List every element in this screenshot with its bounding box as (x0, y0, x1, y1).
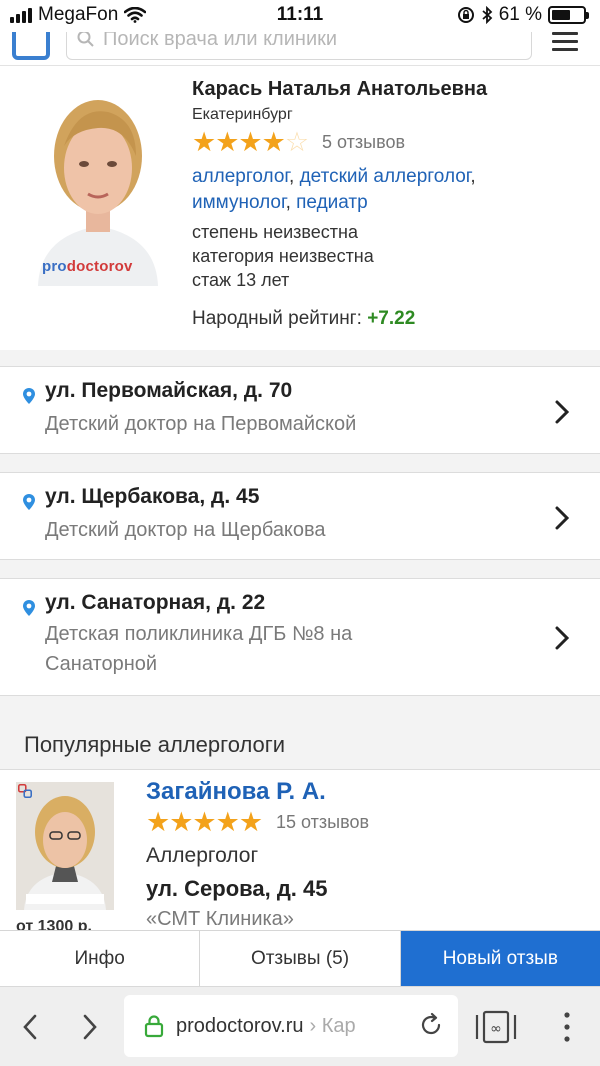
popular-doctor-photo (16, 782, 114, 910)
tabs-switcher-icon[interactable]: ∞ (474, 1009, 518, 1045)
site-header: Поиск врача или клиники (0, 32, 600, 66)
back-arrow-icon[interactable] (22, 1013, 38, 1041)
address-clinic: Детский доктор на Щербакова (45, 519, 326, 541)
address-street: ул. Санаторная, д. 22 (45, 591, 266, 614)
chevron-right-icon (555, 626, 570, 650)
browser-toolbar: prodoctorov.ru › Кар ∞ (0, 986, 600, 1066)
ios-status-bar: MegaFon 11:11 61 % (0, 0, 600, 32)
specialty-link[interactable]: иммунолог (192, 192, 286, 213)
popular-rating: Народный рейтинг: +7.22 (192, 308, 415, 330)
chevron-right-icon (555, 400, 570, 424)
site-logo[interactable] (12, 32, 50, 60)
specialty-link[interactable]: детский аллерголог (300, 166, 471, 187)
doctor-experience: стаж 13 лет (192, 270, 290, 290)
address-item[interactable]: ул. Щербакова, д. 45 Детский доктор на Щ… (0, 472, 600, 560)
search-placeholder: Поиск врача или клиники (103, 32, 338, 50)
location-pin-icon (23, 600, 35, 616)
lock-icon (144, 1015, 164, 1038)
url-text: prodoctorov.ru (176, 1014, 304, 1037)
doctor-photo (18, 76, 178, 286)
tab-info[interactable]: Инфо (0, 931, 201, 986)
doctor-name: Карась Наталья Анатольевна (192, 78, 488, 100)
popular-doctor-price: от 1300 р. (16, 918, 92, 930)
reload-icon[interactable] (418, 1012, 444, 1038)
address-clinic: Детская поликлиника ДГБ №8 на Санаторной (45, 623, 353, 675)
battery-icon (548, 6, 589, 24)
popular-doctor-specialty: Аллерголог (146, 844, 259, 867)
specialty-link[interactable]: аллерголог (192, 166, 289, 187)
popular-doctor-card[interactable]: от 1300 р. Загайнова Р. А. ★★★★★ 15 отзы… (0, 770, 600, 930)
search-icon (77, 32, 94, 47)
specialties: аллерголог, детский аллерголог, иммуноло… (192, 166, 476, 213)
popular-doctor-rating: ★★★★★ 15 отзывов (146, 808, 369, 836)
doctor-degree: степень неизвестна (192, 222, 358, 242)
forward-arrow-icon[interactable] (82, 1013, 98, 1041)
doctor-profile-card: prodoctorov Карась Наталья Анатольевна Е… (0, 66, 600, 350)
status-right: 61 % (457, 4, 589, 26)
address-street: ул. Щербакова, д. 45 (45, 485, 260, 508)
svg-text:∞: ∞ (490, 1021, 502, 1037)
address-item[interactable]: ул. Первомайская, д. 70 Детский доктор н… (0, 366, 600, 454)
doctor-credentials: степень неизвестна категория неизвестна … (192, 220, 374, 292)
url-path: › Кар (309, 1014, 356, 1037)
addresses-section: ул. Первомайская, д. 70 Детский доктор н… (0, 350, 600, 696)
prodoctorov-badge-icon (18, 784, 32, 798)
popular-doctor-clinic: «СМТ Клиника» (146, 908, 294, 930)
popular-section-header: Популярные аллергологи (0, 696, 600, 770)
address-clinic: Детский доктор на Первомайской (45, 413, 357, 435)
address-item[interactable]: ул. Санаторная, д. 22 Детская поликлиник… (0, 578, 600, 696)
popular-doctor-reviews[interactable]: 15 отзывов (276, 812, 369, 833)
specialty-link[interactable]: педиатр (296, 192, 368, 213)
bottom-tabs: Инфо Отзывы (5) Новый отзыв (0, 930, 600, 986)
address-bar[interactable]: prodoctorov.ru › Кар (124, 995, 458, 1057)
chevron-right-icon (555, 506, 570, 530)
doctor-city: Екатеринбург (192, 106, 293, 123)
popular-heading: Популярные аллергологи (24, 732, 286, 757)
bluetooth-icon (482, 6, 493, 24)
photo-watermark: prodoctorov (42, 258, 133, 275)
location-pin-icon (23, 388, 35, 404)
doctor-rating[interactable]: ★★★★☆ 5 отзывов (192, 128, 405, 156)
popular-rating-label: Народный рейтинг: (192, 308, 362, 329)
star-rating-icon: ★★★★☆ (192, 127, 309, 157)
tab-reviews[interactable]: Отзывы (5) (200, 931, 401, 986)
star-rating-icon: ★★★★★ (146, 807, 263, 837)
more-options-icon[interactable] (564, 1011, 570, 1043)
popular-rating-value: +7.22 (367, 308, 416, 329)
location-pin-icon (23, 494, 35, 510)
popular-doctor-address: ул. Серова, д. 45 (146, 876, 328, 901)
rotation-lock-icon (457, 7, 474, 23)
tab-new-review[interactable]: Новый отзыв (400, 931, 600, 986)
popular-doctor-name[interactable]: Загайнова Р. А. (146, 778, 326, 806)
search-input[interactable]: Поиск врача или клиники (66, 32, 532, 60)
doctor-category: категория неизвестна (192, 246, 374, 266)
address-street: ул. Первомайская, д. 70 (45, 379, 293, 402)
reviews-link[interactable]: 5 отзывов (322, 132, 405, 153)
hamburger-menu-icon[interactable] (552, 32, 578, 56)
battery-percent: 61 % (498, 4, 542, 25)
